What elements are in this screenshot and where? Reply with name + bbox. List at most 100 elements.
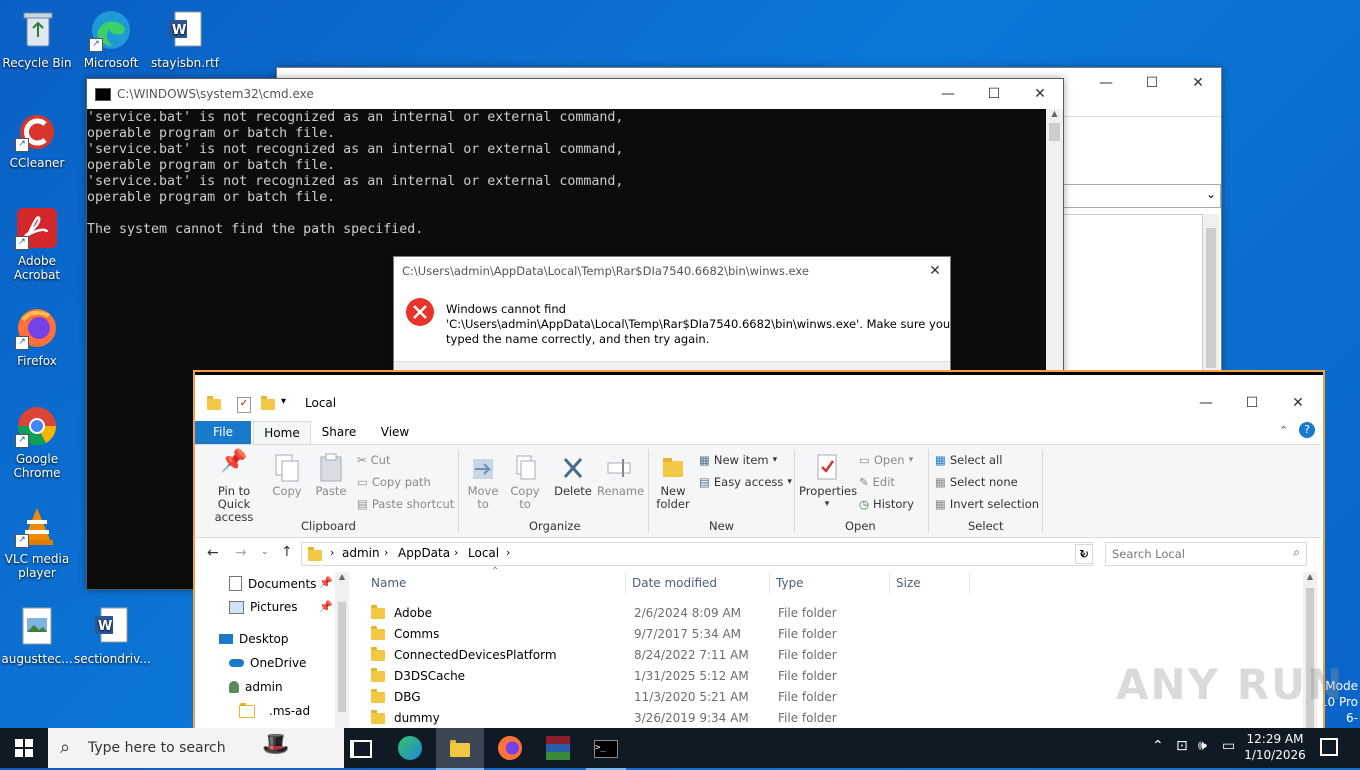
recent-locations-icon[interactable]: ⌄	[261, 547, 269, 557]
desktop-icon-vlc[interactable]: ↗ VLC media player	[0, 504, 74, 580]
minimize-icon[interactable]: —	[1183, 388, 1229, 418]
column-header-date[interactable]: Date modified	[632, 576, 717, 590]
scroll-up-icon[interactable]: ▲	[1046, 109, 1063, 123]
nav-item-desktop[interactable]: Desktop	[219, 632, 289, 646]
new-item-button[interactable]: ▦ New item ▾	[699, 453, 777, 467]
copy-button[interactable]: Copy	[269, 453, 305, 498]
breadcrumb-local[interactable]: Local	[468, 546, 499, 560]
forward-icon[interactable]: →	[235, 545, 247, 561]
paste-button[interactable]: Paste	[311, 453, 351, 498]
desktop-icon-augusttec[interactable]: augusttec...	[0, 604, 74, 666]
desktop-icon-recycle-bin[interactable]: Recycle Bin	[0, 8, 74, 70]
column-header-name[interactable]: Name	[371, 576, 406, 590]
breadcrumb-admin[interactable]: admin	[342, 546, 380, 560]
select-all-button[interactable]: ▦ Select all	[935, 453, 1002, 467]
desktop-icon-acrobat[interactable]: ↗ Adobe Acrobat	[0, 206, 74, 282]
desktop-icon-edge[interactable]: ↗ Microsoft Edge	[74, 8, 148, 70]
refresh-icon[interactable]: ↻	[1075, 544, 1093, 564]
keyboard-layout-icon[interactable]: ▭	[1222, 738, 1235, 754]
taskbar-explorer-icon[interactable]	[436, 728, 484, 770]
scroll-up-icon[interactable]: ▲	[335, 572, 349, 581]
volume-icon[interactable]: 🕪	[1198, 738, 1207, 754]
background-window-dropdown[interactable]: ⌄	[1057, 184, 1221, 208]
table-row[interactable]: dummy 3/26/2019 9:34 AM File folder	[355, 707, 1295, 728]
rename-button[interactable]: Rename	[597, 453, 644, 498]
column-header-size[interactable]: Size	[896, 576, 921, 590]
scroll-up-icon[interactable]: ▲	[1303, 572, 1317, 581]
invert-selection-button[interactable]: ▦ Invert selection	[935, 497, 1039, 511]
qat-dropdown-icon[interactable]: ▾	[281, 396, 286, 407]
clock[interactable]: 12:29 AM 1/10/2026	[1240, 731, 1310, 763]
minimize-icon[interactable]: —	[1083, 68, 1129, 98]
taskbar-cmd-icon[interactable]: >_	[586, 728, 626, 770]
desktop-icon-sectiondriv[interactable]: W sectiondriv...	[74, 604, 151, 666]
breadcrumb-appdata[interactable]: AppData	[398, 546, 450, 560]
desktop-icon-chrome[interactable]: ↗ Google Chrome	[0, 404, 74, 480]
close-icon[interactable]: ✕	[920, 257, 950, 285]
minimize-icon[interactable]: —	[925, 79, 971, 109]
collapse-ribbon-icon[interactable]: ⌃	[1279, 424, 1288, 437]
show-hidden-icons-icon[interactable]: ⌃	[1152, 738, 1164, 754]
close-icon[interactable]: ✕	[1017, 79, 1063, 109]
close-icon[interactable]: ✕	[1175, 68, 1221, 98]
new-folder-button[interactable]: New folder	[653, 453, 693, 511]
new-folder-quick-icon[interactable]	[261, 396, 275, 410]
taskbar-edge-icon[interactable]	[398, 736, 422, 760]
history-button[interactable]: ◷ History	[859, 497, 914, 511]
paste-shortcut-button[interactable]: ▤ Paste shortcut	[357, 497, 454, 511]
properties-button[interactable]: Properties ▾	[799, 453, 857, 511]
cut-button[interactable]: ✂ Cut	[357, 453, 390, 467]
open-button[interactable]: ▭ Open ▾	[859, 453, 913, 467]
pin-icon[interactable]: 📌	[319, 600, 333, 613]
notifications-icon[interactable]	[1320, 738, 1338, 756]
properties-quick-icon[interactable]: ✓	[237, 397, 251, 413]
up-icon[interactable]: ↑	[281, 544, 293, 560]
column-header-type[interactable]: Type	[776, 576, 804, 590]
nav-item-onedrive[interactable]: OneDrive	[229, 656, 306, 670]
taskbar-search[interactable]: ⌕ Type here to search 🎩	[48, 728, 344, 768]
taskbar-winrar-icon[interactable]	[546, 736, 570, 760]
scrollbar-thumb[interactable]	[1206, 228, 1216, 368]
move-to-button[interactable]: Move to	[463, 453, 503, 511]
nav-item-admin[interactable]: admin	[229, 680, 283, 694]
table-row[interactable]: Comms 9/7/2017 5:34 AM File folder	[355, 623, 1295, 644]
network-icon[interactable]: ⊡	[1176, 738, 1188, 754]
scrollbar-thumb[interactable]	[338, 602, 346, 712]
pin-icon[interactable]: 📌	[319, 576, 333, 589]
desktop-icon-stayisbn[interactable]: W stayisbn.rtf	[148, 8, 222, 70]
maximize-icon[interactable]: ☐	[1229, 388, 1275, 418]
nav-item-documents[interactable]: Documents	[229, 576, 316, 591]
nav-item-pictures[interactable]: Pictures	[229, 600, 298, 614]
pin-quick-access-button[interactable]: 📌 Pin to Quick access	[201, 451, 267, 524]
start-button[interactable]	[0, 728, 48, 768]
copy-path-button[interactable]: ▭ Copy path	[357, 475, 431, 489]
select-none-button[interactable]: ▦ Select none	[935, 475, 1018, 489]
maximize-icon[interactable]: ☐	[971, 79, 1017, 109]
navigation-pane[interactable]: Documents 📌 Pictures 📌 Desktop OneDrive …	[195, 572, 351, 730]
delete-button[interactable]: Delete	[553, 453, 593, 498]
copy-to-button[interactable]: Copy to	[505, 453, 545, 511]
search-input[interactable]: Search Local	[1112, 547, 1185, 561]
taskbar-search-input[interactable]: Type here to search	[88, 740, 226, 756]
desktop-icon-ccleaner[interactable]: ↗ CCleaner	[0, 108, 74, 170]
tab-file[interactable]: File	[195, 421, 251, 444]
taskbar-firefox-icon[interactable]	[498, 736, 522, 760]
close-icon[interactable]: ✕	[1275, 388, 1321, 418]
maximize-icon[interactable]: ☐	[1129, 68, 1175, 98]
scrollbar[interactable]	[1203, 214, 1219, 388]
easy-access-button[interactable]: ▤ Easy access ▾	[699, 475, 792, 489]
search-box[interactable]: Search Local ⌕	[1105, 542, 1307, 566]
nav-item-ms-ad[interactable]: .ms-ad	[239, 702, 310, 718]
desktop-icon-firefox[interactable]: ↗ Firefox	[0, 306, 74, 368]
table-row[interactable]: Adobe 2/6/2024 8:09 AM File folder	[355, 602, 1295, 623]
edit-button[interactable]: ✎ Edit	[859, 475, 895, 489]
tab-home[interactable]: Home	[253, 421, 311, 445]
nav-scrollbar[interactable]: ▲	[335, 572, 349, 730]
tab-share[interactable]: Share	[315, 421, 363, 444]
task-view-icon[interactable]	[350, 740, 372, 758]
help-icon[interactable]: ?	[1299, 422, 1315, 438]
tab-view[interactable]: View	[371, 421, 419, 444]
back-icon[interactable]: ←	[207, 545, 219, 561]
address-bar[interactable]: › admin › AppData › Local › ⌄	[301, 542, 1093, 566]
scrollbar-thumb[interactable]	[1049, 123, 1060, 141]
